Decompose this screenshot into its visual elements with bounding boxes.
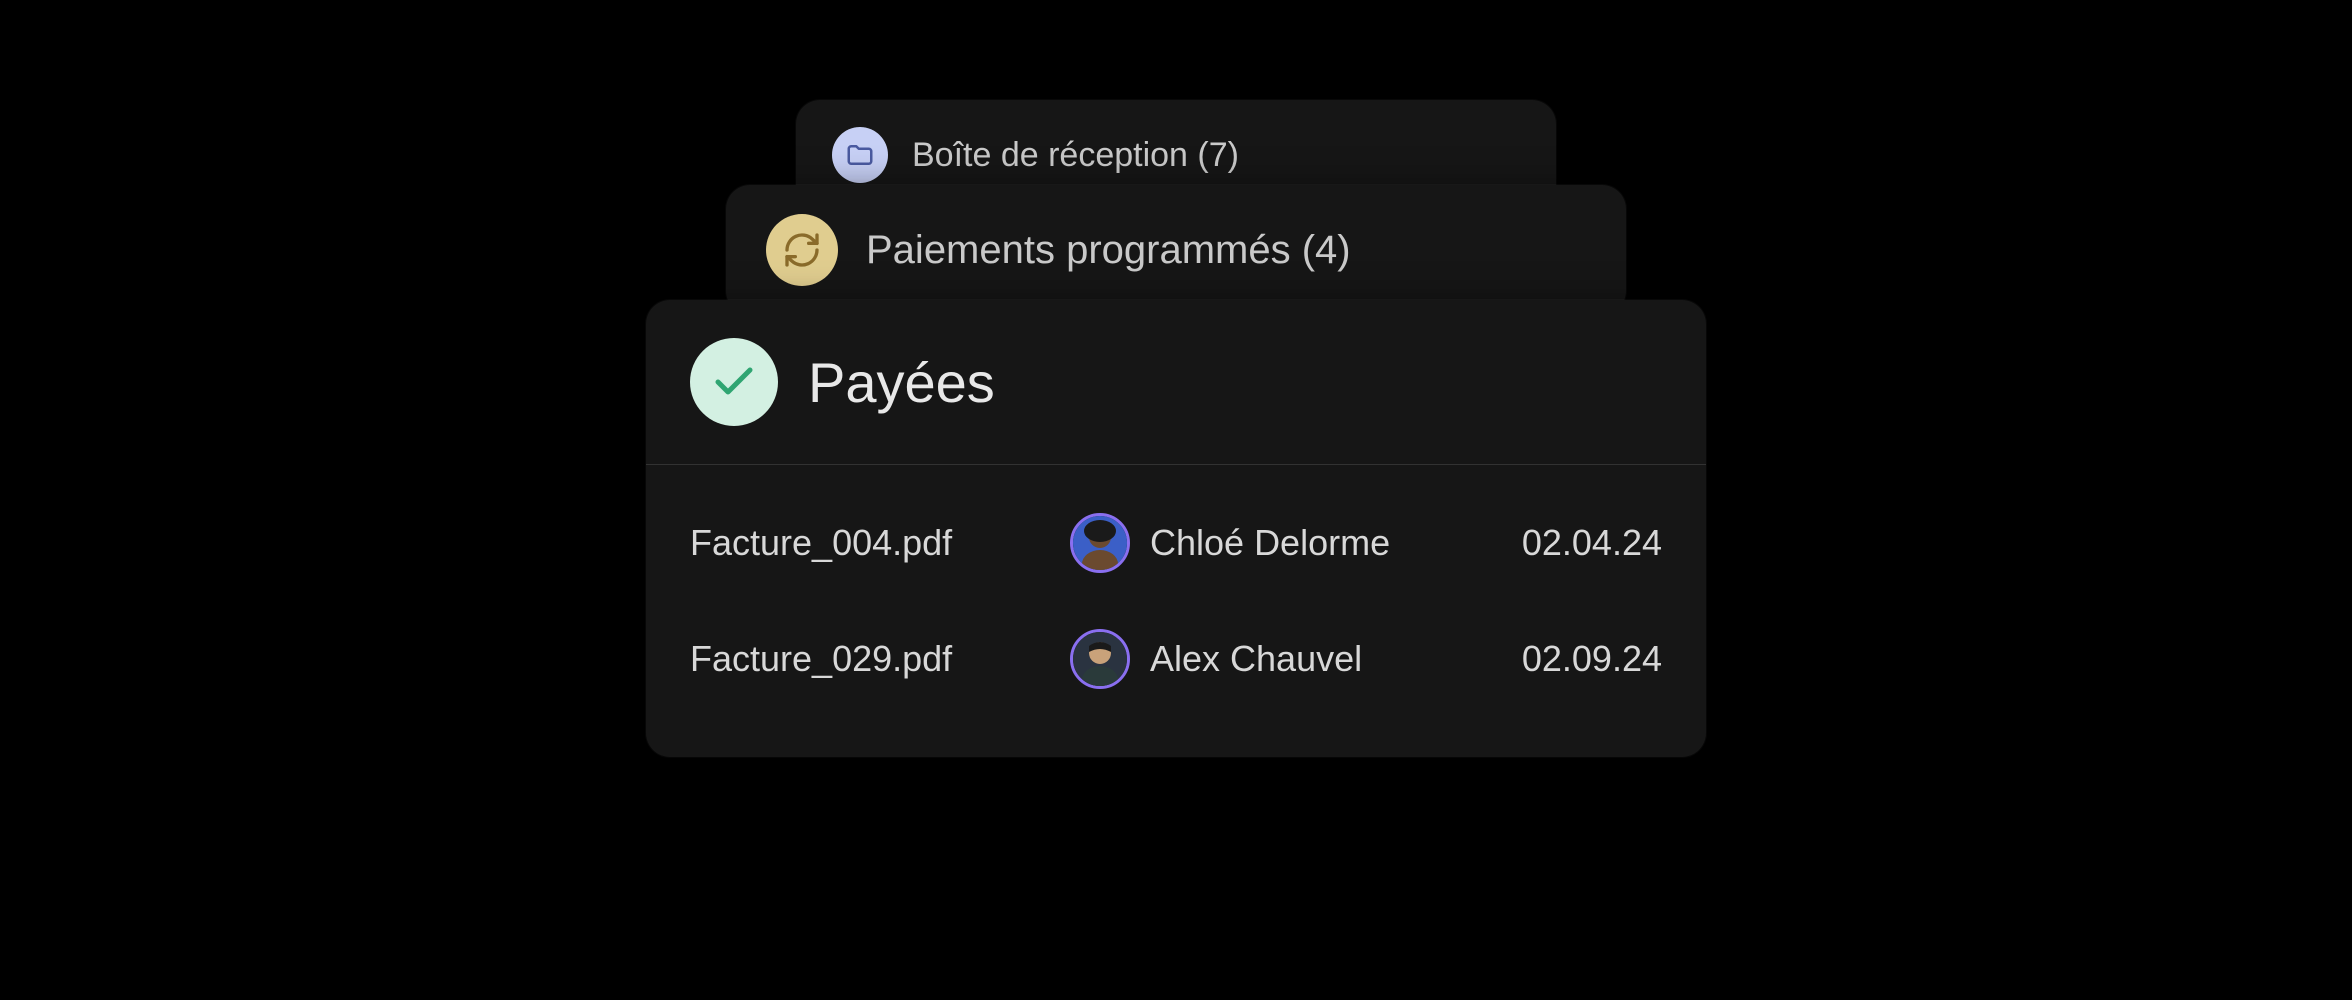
invoice-date: 02.04.24 <box>1522 522 1662 564</box>
check-icon <box>690 338 778 426</box>
refresh-icon <box>766 214 838 286</box>
invoice-filename: Facture_004.pdf <box>690 522 1050 564</box>
avatar <box>1070 513 1130 573</box>
paid-card: Payées Facture_004.pdf Chloé Delorme <box>646 300 1706 757</box>
invoice-filename: Facture_029.pdf <box>690 638 1050 680</box>
scheduled-payments-card[interactable]: Paiements programmés (4) <box>726 185 1626 315</box>
invoice-person: Chloé Delorme <box>1070 513 1450 573</box>
invoice-person-name: Alex Chauvel <box>1150 638 1362 680</box>
invoice-date: 02.09.24 <box>1522 638 1662 680</box>
invoice-person-name: Chloé Delorme <box>1150 522 1390 564</box>
folder-icon <box>832 127 888 183</box>
paid-title: Payées <box>808 350 995 415</box>
paid-rows: Facture_004.pdf Chloé Delorme 02.04.24 <box>646 465 1706 717</box>
invoice-person: Alex Chauvel <box>1070 629 1450 689</box>
avatar <box>1070 629 1130 689</box>
invoice-row[interactable]: Facture_004.pdf Chloé Delorme 02.04.24 <box>690 485 1662 601</box>
inbox-title: Boîte de réception (7) <box>912 136 1239 175</box>
paid-card-header: Payées <box>646 300 1706 465</box>
scheduled-title: Paiements programmés (4) <box>866 228 1351 273</box>
invoice-row[interactable]: Facture_029.pdf Alex Chauvel 02.09.24 <box>690 601 1662 717</box>
